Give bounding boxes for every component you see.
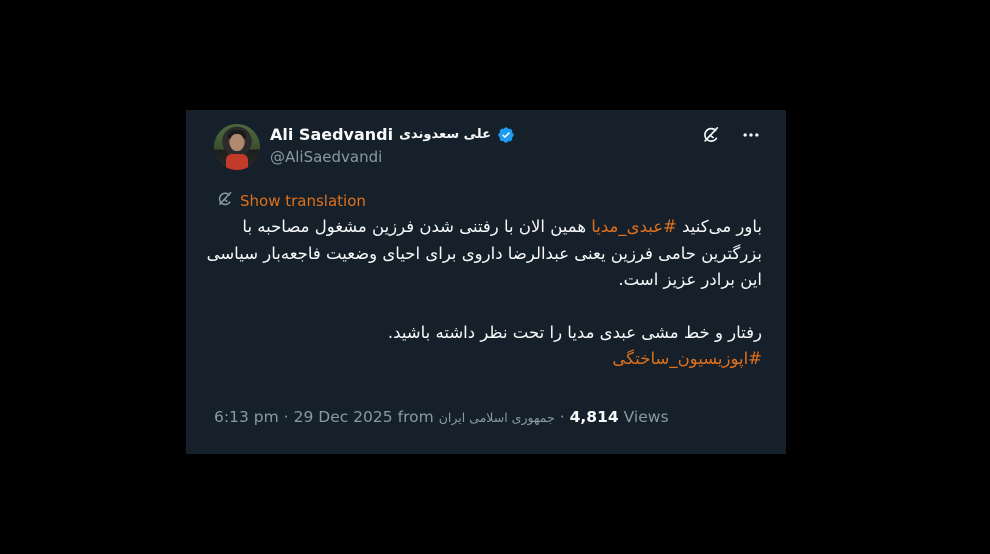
display-name-fa[interactable]: علی سعدوندی bbox=[399, 127, 491, 142]
views-count: 4,814 bbox=[569, 408, 619, 426]
tweet-paragraph-3: #اپوزیسیون_ساختگی bbox=[202, 346, 762, 373]
source-location: جمهوری اسلامی ایران bbox=[438, 409, 555, 425]
tweet-text: باور می‌کنید #عبدی_مدیا همین الان با رفت… bbox=[202, 214, 762, 373]
tweet-date[interactable]: 29 Dec 2025 bbox=[294, 408, 393, 426]
views-label: Views bbox=[623, 408, 669, 426]
show-translation-label: Show translation bbox=[240, 192, 366, 210]
grok-icon[interactable] bbox=[700, 124, 722, 146]
show-translation-button[interactable]: Show translation bbox=[216, 190, 366, 212]
verified-badge-icon[interactable] bbox=[497, 126, 515, 144]
hashtag-link[interactable]: #عبدی_مدیا bbox=[591, 217, 677, 236]
hashtag-link[interactable]: #اپوزیسیون_ساختگی bbox=[612, 349, 762, 368]
top-actions bbox=[700, 124, 762, 146]
author-handle[interactable]: @AliSaedvandi bbox=[270, 148, 382, 166]
tweet-paragraph-2: رفتار و خط مشی عبدی مدیا را تحت نظر داشت… bbox=[387, 322, 762, 342]
avatar[interactable] bbox=[214, 124, 260, 170]
tweet-paragraph-1: باور می‌کنید #عبدی_مدیا همین الان با رفت… bbox=[206, 217, 762, 289]
more-icon[interactable] bbox=[740, 124, 762, 146]
display-name[interactable]: Ali Saedvandi bbox=[270, 125, 393, 144]
from-label: from bbox=[397, 408, 434, 426]
translate-icon bbox=[216, 190, 234, 212]
author-name-row: Ali Saedvandi علی سعدوندی bbox=[270, 125, 515, 144]
tweet-card: Ali Saedvandi علی سعدوندی @AliSaedvandi bbox=[186, 110, 786, 454]
separator: · bbox=[283, 408, 289, 426]
separator: · bbox=[559, 408, 565, 426]
tweet-time[interactable]: 6:13 pm bbox=[214, 408, 279, 426]
tweet-meta: 6:13 pm · 29 Dec 2025 from جمهوری اسلامی… bbox=[214, 408, 669, 426]
